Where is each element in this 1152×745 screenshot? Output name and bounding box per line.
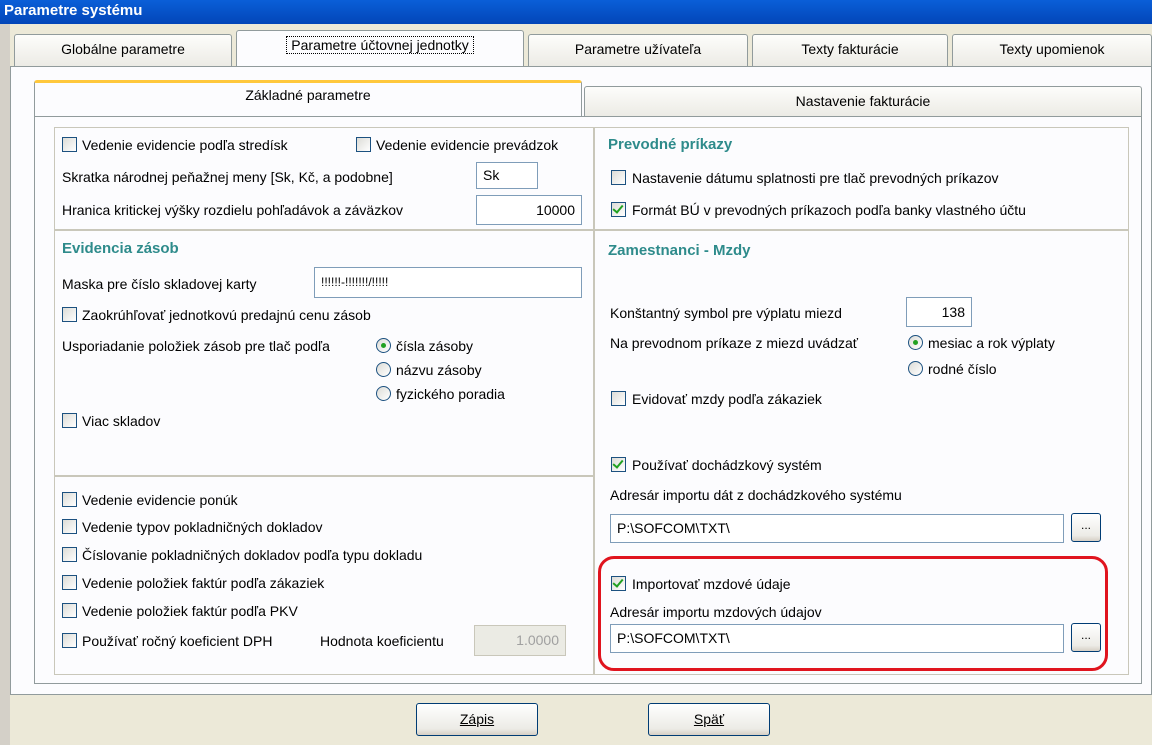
label-import-mzdy: Importovať mzdové údaje (632, 576, 791, 592)
window-title: Parametre systému (0, 0, 1152, 24)
label-rocny-koeficient: Používať ročný koeficient DPH (82, 633, 273, 649)
label-mesiac-rok: mesiac a rok výplaty (928, 335, 1055, 351)
checkbox-typov-pokladnicnych[interactable] (62, 519, 77, 534)
label-viac-skladov: Viac skladov (82, 413, 161, 429)
heading-prevodne-prikazy: Prevodné príkazy (608, 136, 733, 153)
label-ponuk: Vedenie evidencie ponúk (82, 492, 238, 508)
input-mask[interactable]: !!!!!!-!!!!!!!/!!!!! (314, 267, 582, 298)
checkbox-datum-splatnosti[interactable] (611, 170, 626, 185)
checkbox-ponuk[interactable] (62, 492, 77, 507)
tab-zakladne-parametre[interactable]: Základné parametre (34, 80, 582, 116)
label-fyzickeho-poradia: fyzického poradia (396, 386, 505, 402)
label-mask: Maska pre číslo skladovej karty (62, 276, 257, 292)
checkbox-viac-skladov[interactable] (62, 413, 77, 428)
radio-fyzickeho-poradia[interactable] (376, 386, 391, 401)
input-konstantny-symbol[interactable]: 138 (906, 297, 972, 327)
label-adresar-dochadzka: Adresár importu dát z dochádzkového syst… (610, 487, 902, 503)
input-hodnota-koeficientu[interactable]: 1.0000 (474, 625, 566, 656)
label-adresar-mzdy: Adresár importu mzdových údajov (610, 604, 822, 620)
input-adresar-mzdy[interactable]: P:\SOFCOM\TXT\ (610, 624, 1064, 653)
checkbox-prevadzok[interactable] (356, 137, 371, 152)
tab-parametre-uctovnej-jednotky[interactable]: Parametre účtovnej jednotky (236, 30, 524, 66)
label-strediska: Vedenie evidencie podľa stredísk (82, 137, 288, 153)
label-fakturu-pkv: Vedenie položiek faktúr podľa PKV (82, 603, 298, 619)
tab-globalne-parametre[interactable]: Globálne parametre (14, 34, 232, 66)
radio-mesiac-rok[interactable] (908, 335, 923, 350)
label-prevadzok: Vedenie evidencie prevádzok (376, 137, 559, 153)
checkbox-mzdy-zakazky[interactable] (611, 391, 626, 406)
label-hodnota-koeficientu: Hodnota koeficientu (320, 633, 444, 649)
label-datum-splatnosti: Nastavenie dátumu splatnosti pre tlač pr… (632, 170, 999, 186)
label-fakturu-zakazky: Vedenie položiek faktúr podľa zákaziek (82, 575, 325, 591)
checkbox-zaokruhlovat[interactable] (62, 307, 77, 322)
tab-texty-upomienok[interactable]: Texty upomienok (952, 34, 1152, 66)
label-konstantny-symbol: Konštantný symbol pre výplatu miezd (610, 305, 842, 321)
radio-nazvu-zasoby[interactable] (376, 362, 391, 377)
tab-texty-fakturacie[interactable]: Texty fakturácie (752, 34, 948, 66)
label-cisla-zasoby: čísla zásoby (396, 338, 474, 354)
label-limit: Hranica kritickej výšky rozdielu pohľadá… (62, 202, 404, 218)
checkbox-dochadzkovy-system[interactable] (611, 457, 626, 472)
input-currency[interactable]: Sk (476, 162, 538, 189)
input-limit[interactable]: 10000 (476, 195, 582, 225)
radio-rodne-cislo[interactable] (908, 361, 923, 376)
input-adresar-dochadzka[interactable]: P:\SOFCOM\TXT\ (610, 514, 1064, 543)
label-dochadzkovy-system: Používať dochádzkový systém (632, 457, 822, 473)
heading-evidencia-zasob: Evidencia zásob (62, 240, 179, 257)
label-currency: Skratka národnej peňažnej meny [Sk, Kč, … (62, 169, 393, 185)
label-na-prevodnom-prikaze: Na prevodnom príkaze z miezd uvádzať (610, 335, 859, 351)
heading-zamestnanci-mzdy: Zamestnanci - Mzdy (608, 242, 751, 259)
checkbox-cislovanie[interactable] (62, 547, 77, 562)
browse-dochadzka-button[interactable]: ... (1071, 513, 1101, 542)
window-left-edge (0, 24, 10, 745)
label-mzdy-zakazky: Evidovať mzdy podľa zákaziek (632, 391, 822, 407)
checkbox-fakturu-pkv[interactable] (62, 603, 77, 618)
label-nazvu-zasoby: názvu zásoby (396, 362, 482, 378)
checkbox-strediska[interactable] (62, 137, 77, 152)
label-rodne-cislo: rodné číslo (928, 361, 997, 377)
radio-cisla-zasoby[interactable] (376, 338, 391, 353)
checkbox-rocny-koeficient[interactable] (62, 633, 77, 648)
checkbox-fakturu-zakazky[interactable] (62, 575, 77, 590)
label-zaokruhlovat: Zaokrúhľovať jednotkovú predajnú cenu zá… (82, 307, 371, 323)
checkbox-format-bu[interactable] (611, 202, 626, 217)
label-typov-pokladnicnych: Vedenie typov pokladničných dokladov (82, 519, 323, 535)
browse-mzdy-button[interactable]: ... (1071, 623, 1101, 652)
tab-nastavenie-fakturacie[interactable]: Nastavenie fakturácie (584, 86, 1142, 116)
tab-label: Parametre účtovnej jednotky (286, 36, 474, 54)
label-format-bu: Formát BÚ v prevodných príkazoch podľa b… (632, 202, 1026, 218)
checkbox-import-mzdy[interactable] (611, 576, 626, 591)
label-usporiadanie: Usporiadanie položiek zásob pre tlač pod… (62, 338, 330, 354)
label-cislovanie: Číslovanie pokladničných dokladov podľa … (82, 547, 423, 563)
tab-parametre-uzivatela[interactable]: Parametre užívateľa (528, 34, 748, 66)
zapis-button[interactable]: Zápis (416, 703, 538, 736)
spat-button[interactable]: Späť (648, 703, 770, 736)
